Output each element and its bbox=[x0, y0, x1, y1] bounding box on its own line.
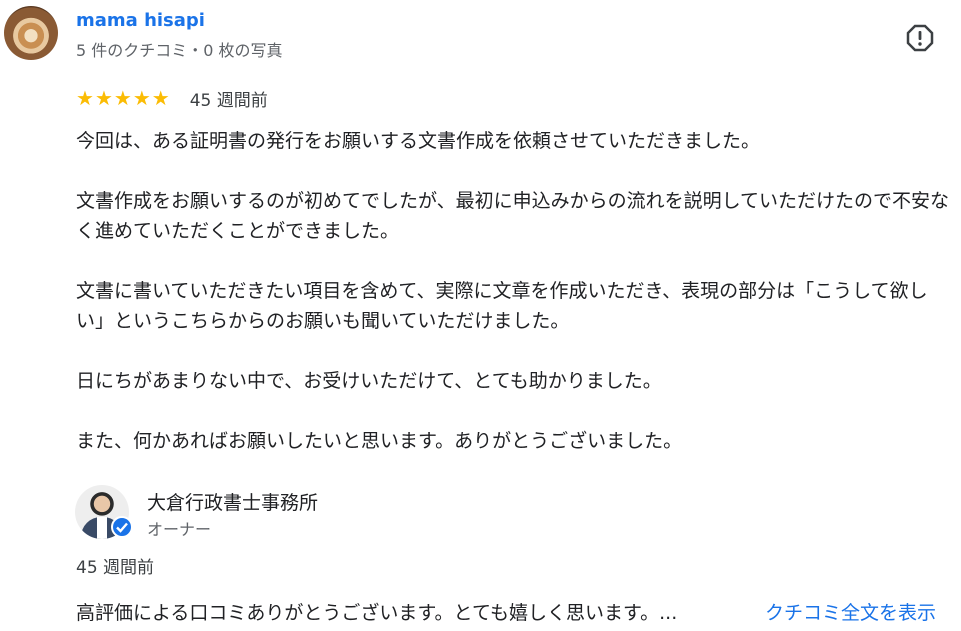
star-rating: ★ ★ ★ ★ ★ bbox=[76, 88, 170, 108]
review-body: 今回は、ある証明書の発行をお願いする文書作成を依頼させていただきました。 文書作… bbox=[76, 126, 956, 486]
reply-time: 45 週間前 bbox=[76, 558, 155, 578]
verified-badge-icon bbox=[111, 516, 133, 538]
star-icon: ★ bbox=[94, 86, 113, 110]
owner-reply-text: 高評価による口コミありがとうございます。とても嬉しく思います。... bbox=[76, 602, 678, 624]
review-paragraph: 日にちがあまりない中で、お受けいただけて、とても助かりました。 bbox=[76, 370, 662, 392]
review-paragraph: 文書作成をお願いするのが初めてでしたが、最初に申込みからの流れを説明していただけ… bbox=[76, 190, 950, 242]
star-icon: ★ bbox=[151, 86, 170, 110]
review-paragraph: 文書に書いていただきたい項目を含めて、実際に文章を作成いただき、表現の部分は「こ… bbox=[76, 280, 928, 332]
report-flag-icon[interactable] bbox=[906, 24, 934, 52]
reviewer-meta: 5 件のクチコミ・0 枚の写真 bbox=[76, 41, 283, 60]
star-icon: ★ bbox=[113, 86, 132, 110]
read-more-link[interactable]: クチコミ全文を表示 bbox=[765, 598, 936, 625]
star-icon: ★ bbox=[76, 86, 94, 110]
star-icon: ★ bbox=[132, 86, 151, 110]
owner-name: 大倉行政書士事務所 bbox=[147, 492, 319, 514]
reviewer-avatar[interactable] bbox=[4, 6, 58, 60]
rating-row: ★ ★ ★ ★ ★ 45 週間前 bbox=[76, 86, 268, 111]
review-paragraph: また、何かあればお願いしたいと思います。ありがとうございました。 bbox=[76, 430, 683, 452]
reviewer-name[interactable]: mama hisapi bbox=[76, 10, 205, 31]
owner-avatar-shirt bbox=[97, 517, 107, 539]
review-time: 45 週間前 bbox=[189, 90, 268, 111]
owner-role: オーナー bbox=[147, 520, 212, 539]
review-paragraph: 今回は、ある証明書の発行をお願いする文書作成を依頼させていただきました。 bbox=[76, 130, 761, 152]
